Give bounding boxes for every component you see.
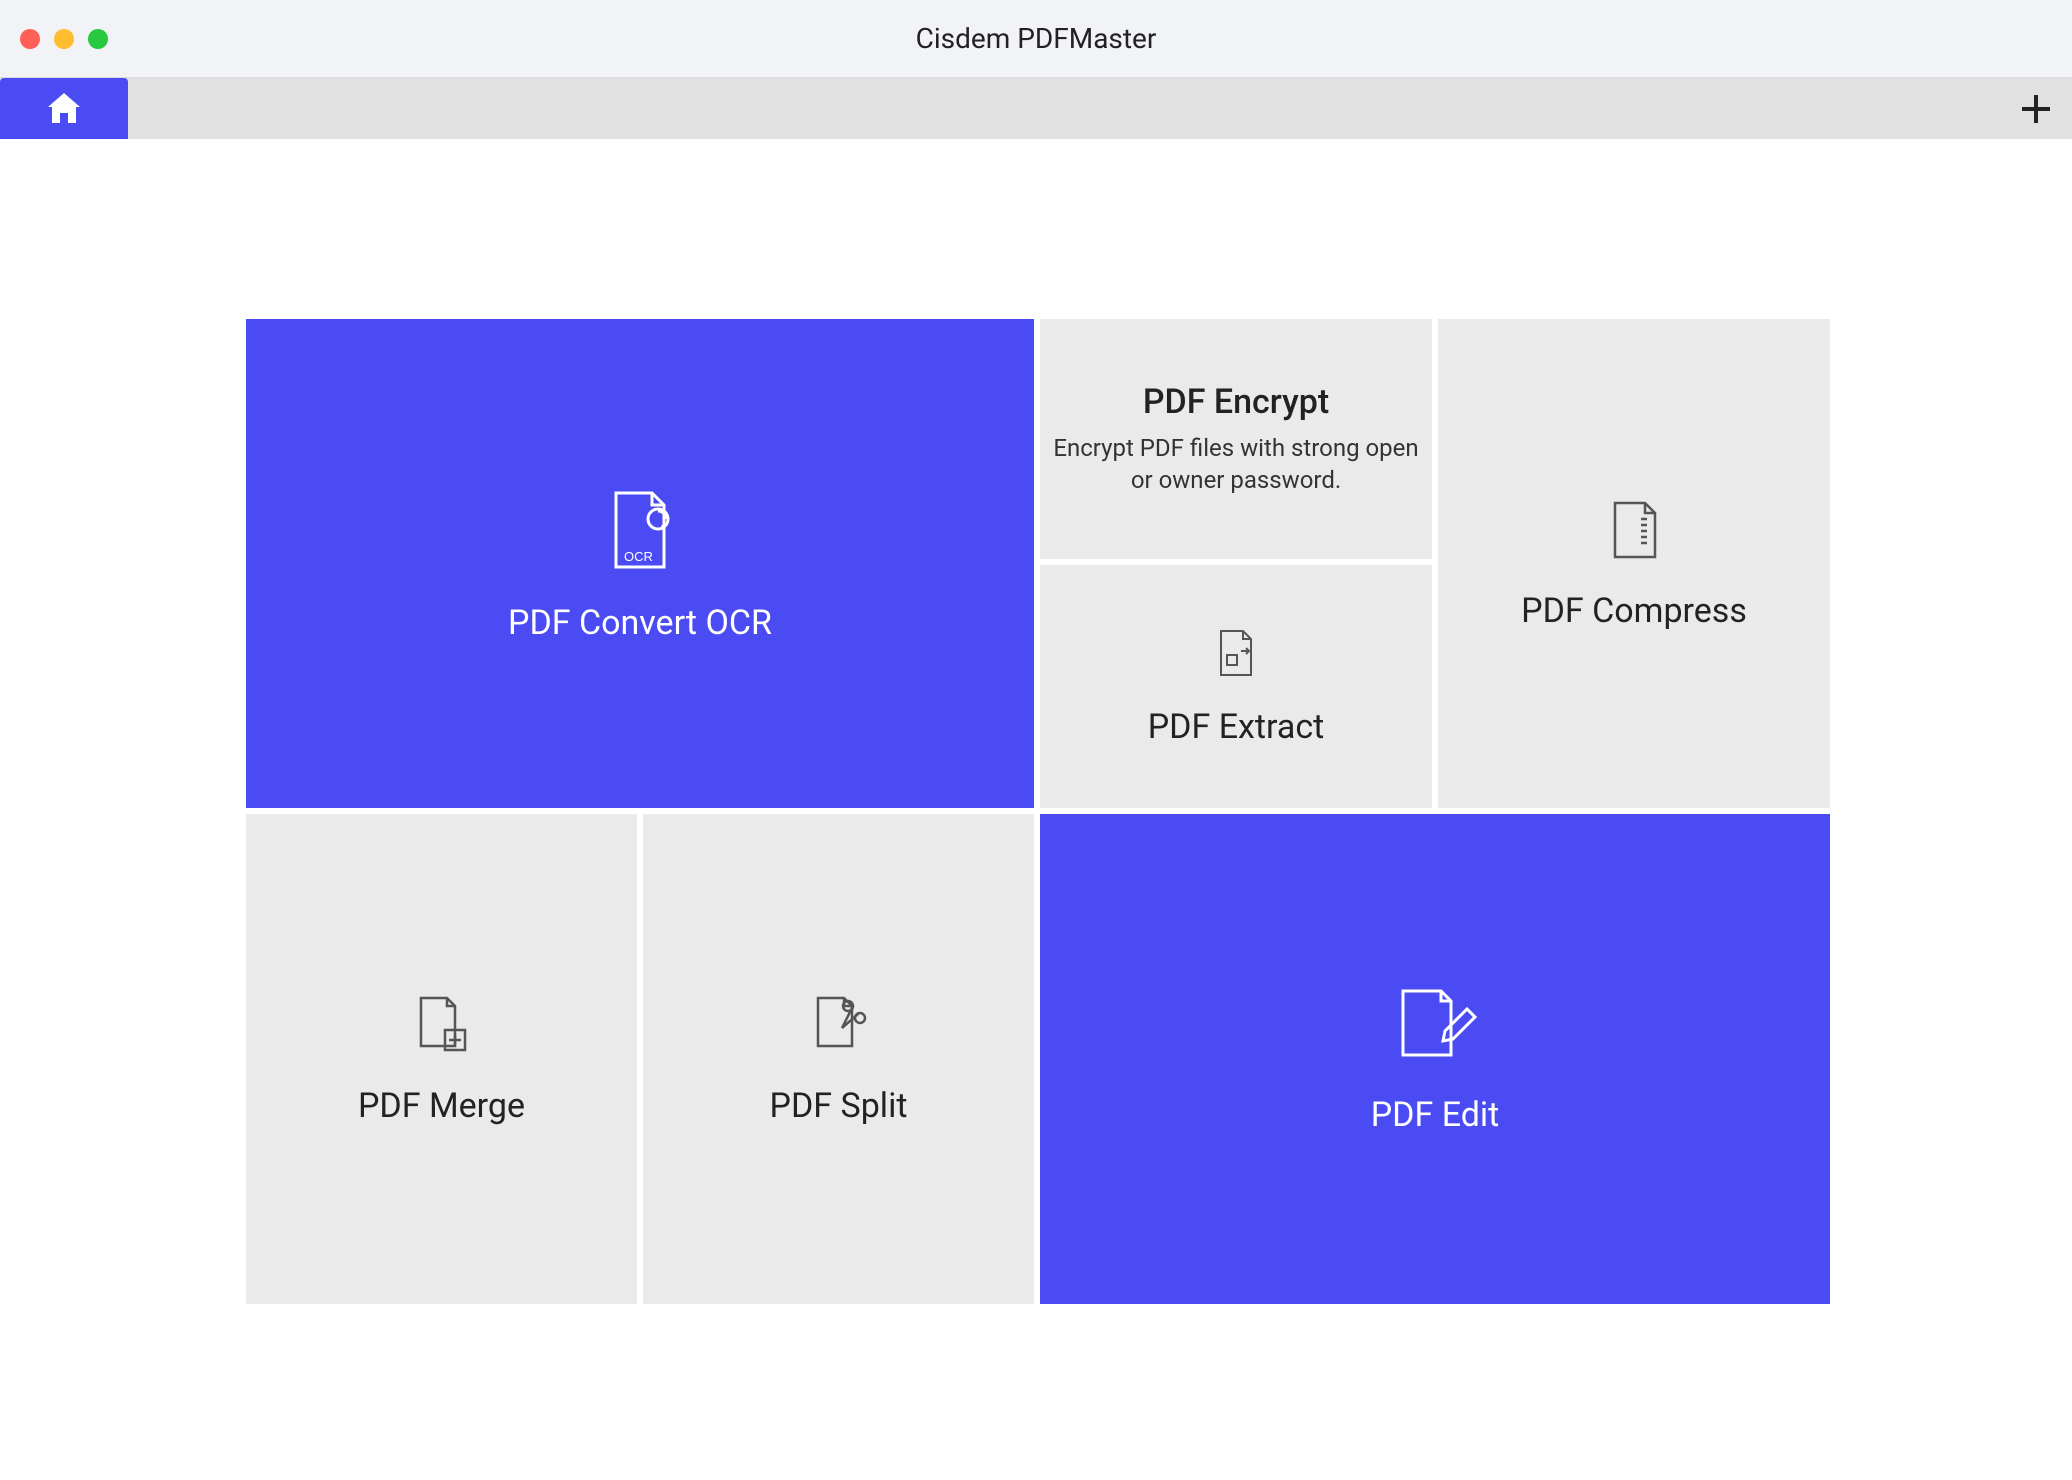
tile-label: PDF Edit (1371, 1095, 1500, 1135)
window-title: Cisdem PDFMaster (916, 22, 1157, 55)
document-split-icon (808, 992, 870, 1058)
home-tab[interactable] (0, 78, 128, 139)
document-ocr-icon: OCR (600, 485, 680, 575)
tile-pdf-extract[interactable]: PDF Extract (1040, 565, 1432, 808)
tile-label: PDF Convert OCR (508, 603, 772, 643)
document-compress-icon (1605, 497, 1663, 563)
tile-pdf-encrypt[interactable]: PDF Encrypt Encrypt PDF files with stron… (1040, 319, 1432, 559)
tile-grid: OCR PDF Convert OCR PDF Encrypt Encrypt … (246, 319, 1826, 1299)
document-edit-icon (1389, 983, 1481, 1067)
tile-pdf-split[interactable]: PDF Split (643, 814, 1034, 1304)
plus-icon (2020, 93, 2052, 125)
tile-label: PDF Split (770, 1086, 908, 1126)
close-window-icon[interactable] (20, 29, 40, 49)
tile-pdf-convert-ocr[interactable]: OCR PDF Convert OCR (246, 319, 1034, 808)
tile-pdf-edit[interactable]: PDF Edit (1040, 814, 1830, 1304)
maximize-window-icon[interactable] (88, 29, 108, 49)
document-merge-icon (411, 992, 473, 1058)
tile-pdf-merge[interactable]: PDF Merge (246, 814, 637, 1304)
window-controls (20, 29, 108, 49)
tile-pdf-compress[interactable]: PDF Compress (1438, 319, 1830, 808)
tile-sublabel: Encrypt PDF files with strong open or ow… (1050, 432, 1422, 497)
new-tab-button[interactable] (2020, 93, 2052, 125)
tab-bar (0, 78, 2072, 139)
tile-label: PDF Encrypt (1143, 382, 1329, 422)
row-merge-split: PDF Merge PDF Split (246, 814, 1034, 1304)
svg-text:OCR: OCR (624, 549, 653, 564)
tile-label: PDF Extract (1148, 707, 1325, 747)
home-icon (44, 91, 84, 127)
document-extract-icon (1213, 627, 1259, 679)
minimize-window-icon[interactable] (54, 29, 74, 49)
tile-label: PDF Compress (1521, 591, 1747, 631)
tile-label: PDF Merge (358, 1086, 525, 1126)
main-content: OCR PDF Convert OCR PDF Encrypt Encrypt … (0, 139, 2072, 1299)
titlebar: Cisdem PDFMaster (0, 0, 2072, 78)
